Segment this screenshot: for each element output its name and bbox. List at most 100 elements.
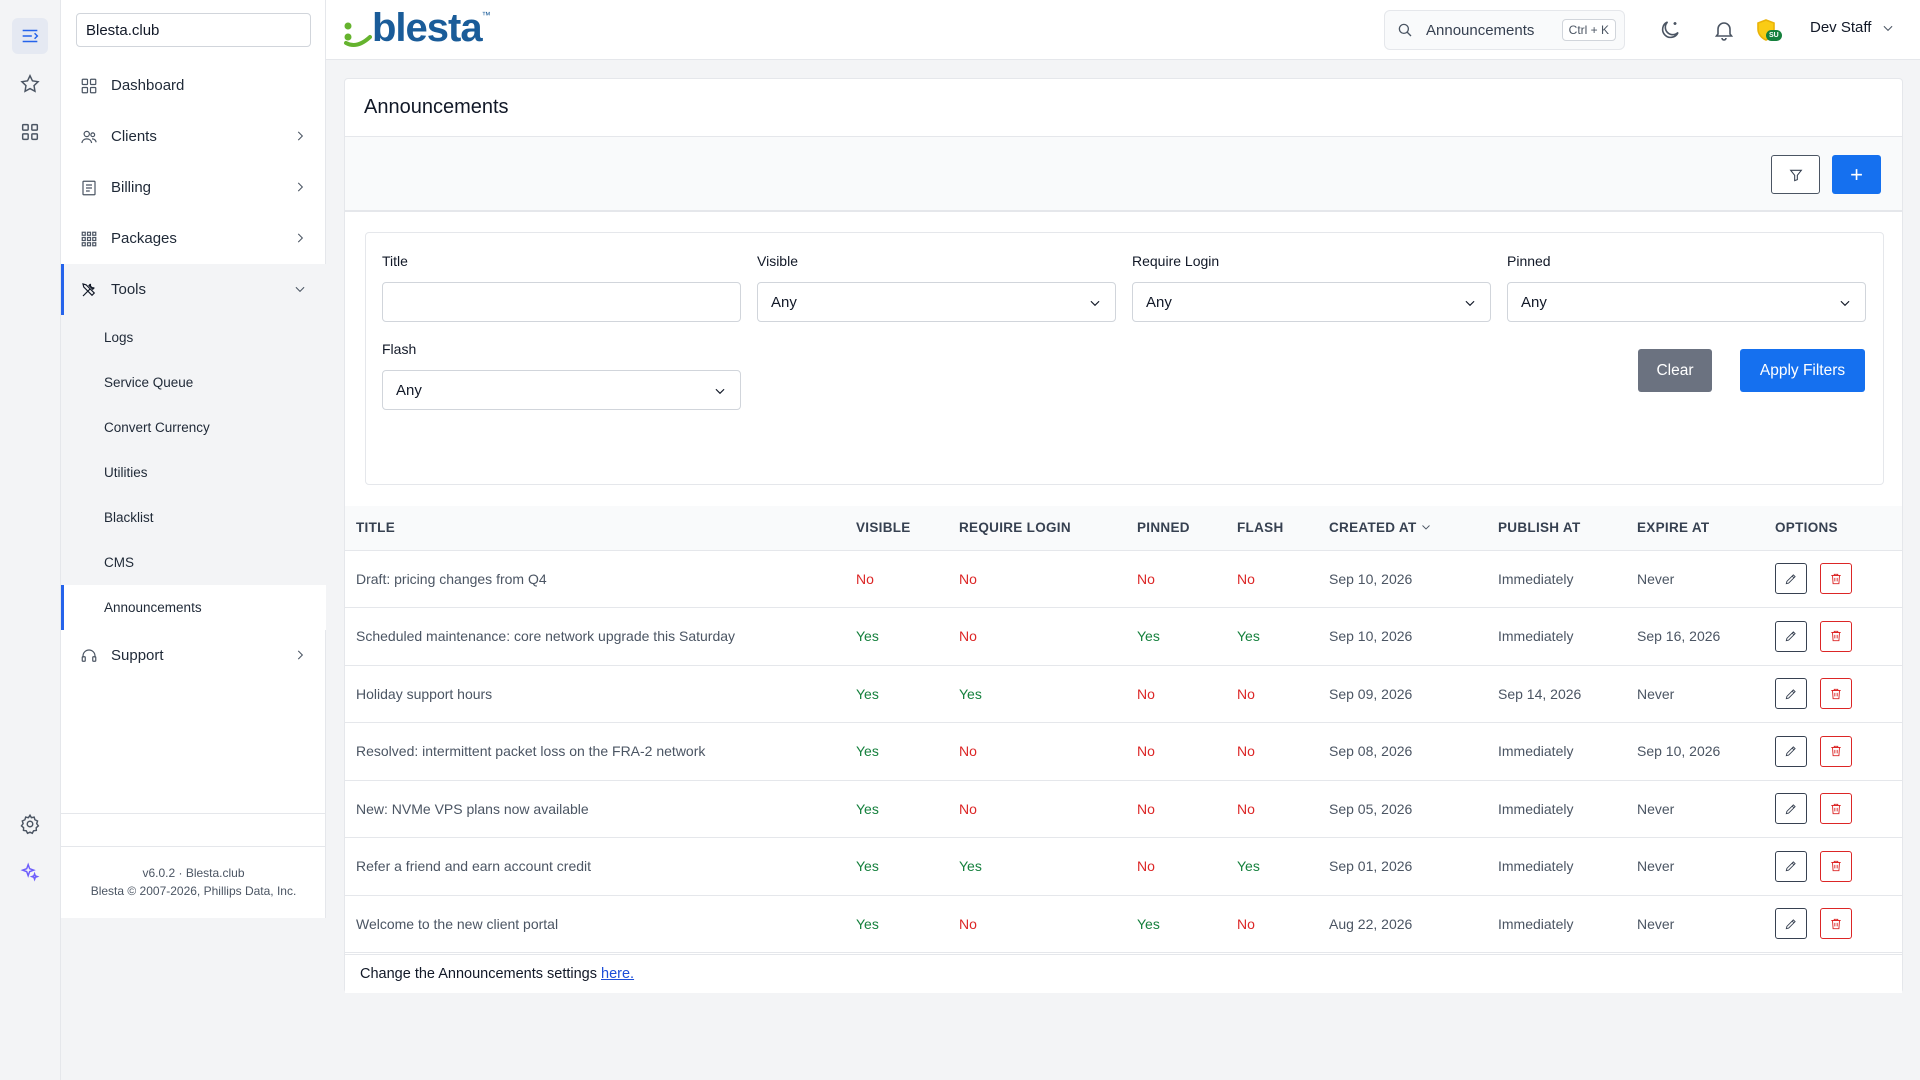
column-publish-at[interactable]: PUBLISH AT	[1498, 506, 1637, 551]
cell-pinned: No	[1137, 800, 1155, 817]
cell-expire-at: Never	[1637, 800, 1675, 817]
notification-bell-icon[interactable]	[1712, 18, 1736, 42]
favorites-star-icon[interactable]	[12, 66, 48, 102]
sidebar-item-tools[interactable]: Tools	[61, 264, 326, 315]
filter-flash-select[interactable]: Any	[382, 370, 741, 410]
sidebar-subitem-announcements[interactable]: Announcements	[61, 585, 326, 630]
edit-button[interactable]	[1775, 850, 1807, 882]
sidebar-item-clients[interactable]: Clients	[61, 111, 326, 162]
apps-grid-icon[interactable]	[12, 114, 48, 150]
column-pinned[interactable]: PINNED	[1137, 506, 1237, 551]
column-flash[interactable]: FLASH	[1237, 506, 1329, 551]
cell-flash: No	[1237, 570, 1255, 587]
cell-visible: Yes	[856, 628, 879, 645]
sidebar-item-label: Dashboard	[111, 77, 185, 94]
edit-button[interactable]	[1775, 735, 1807, 767]
edit-button[interactable]	[1775, 908, 1807, 940]
sidebar-item-label: Clients	[111, 128, 157, 145]
ai-sparkle-icon[interactable]	[12, 854, 48, 890]
cell-visible: Yes	[856, 858, 879, 875]
filter-title-input[interactable]	[382, 282, 741, 322]
staff-shield-icon[interactable]: SU	[1754, 18, 1782, 42]
users-icon	[81, 130, 97, 143]
select-value: Any	[1146, 293, 1172, 311]
pencil-icon	[1785, 574, 1796, 585]
filter-login-select[interactable]: Any	[1132, 282, 1491, 322]
column-created-at[interactable]: CREATED AT	[1329, 506, 1498, 551]
cell-require-login: No	[959, 570, 977, 587]
sidebar-subitem-cms[interactable]: CMS	[61, 540, 326, 585]
filter-pinned-select[interactable]: Any	[1507, 282, 1866, 322]
column-expire-at[interactable]: EXPIRE AT	[1637, 506, 1775, 551]
chevron-right-icon	[297, 131, 304, 141]
row-actions	[1775, 678, 1902, 710]
announcements-table: TITLE VISIBLE REQUIRE LOGIN PINNED FLASH…	[345, 506, 1902, 953]
edit-button[interactable]	[1775, 620, 1807, 652]
delete-button[interactable]	[1820, 620, 1852, 652]
version-text: v6.0.2 · Blesta.club	[142, 866, 245, 880]
delete-button[interactable]	[1820, 850, 1852, 882]
cell-pinned: No	[1137, 743, 1155, 760]
settings-gear-icon[interactable]	[12, 806, 48, 842]
row-actions	[1775, 620, 1902, 652]
clear-filters-button[interactable]: Clear	[1638, 349, 1712, 392]
site-selector[interactable]: Blesta.club	[76, 13, 311, 47]
delete-button[interactable]	[1820, 735, 1852, 767]
user-menu[interactable]: Dev Staff	[1810, 19, 1895, 36]
select-value: Any	[1521, 293, 1547, 311]
sidebar-nav: Dashboard Clients Billing Packages Tools…	[61, 60, 326, 681]
sidebar-subitem-convert-currency[interactable]: Convert Currency	[61, 405, 326, 450]
column-visible[interactable]: VISIBLE	[856, 506, 959, 551]
cell-options	[1775, 665, 1902, 723]
global-search[interactable]: Announcements Ctrl + K	[1384, 10, 1625, 50]
delete-button[interactable]	[1820, 678, 1852, 710]
table-row: Welcome to the new client portal Yes No Yes…	[345, 895, 1902, 953]
delete-button[interactable]	[1820, 793, 1852, 825]
sidebar-item-dashboard[interactable]: Dashboard	[61, 60, 326, 111]
card-toolbar	[345, 137, 1902, 212]
delete-button[interactable]	[1820, 908, 1852, 940]
headset-icon	[81, 648, 97, 662]
sidebar-item-packages[interactable]: Packages	[61, 213, 326, 264]
sidebar-item-billing[interactable]: Billing	[61, 162, 326, 213]
cell-created-at: Sep 08, 2026	[1329, 743, 1413, 760]
delete-button[interactable]	[1820, 563, 1852, 595]
blesta-logo[interactable]: blesta ™	[342, 8, 491, 48]
row-actions	[1775, 563, 1902, 595]
sidebar-subitem-utilities[interactable]: Utilities	[61, 450, 326, 495]
filter-visible-select[interactable]: Any	[757, 282, 1116, 322]
filter-pinned-label: Pinned	[1507, 253, 1551, 269]
sidebar-divider	[61, 813, 326, 814]
pencil-icon	[1785, 746, 1796, 757]
sidebar-subitem-logs[interactable]: Logs	[61, 315, 326, 360]
chevron-down-icon	[1465, 300, 1475, 307]
cell-visible: Yes	[856, 800, 879, 817]
chevron-down-icon	[1840, 300, 1850, 307]
sidebar-subitem-blacklist[interactable]: Blacklist	[61, 495, 326, 540]
cell-expire-at: Never	[1637, 570, 1675, 587]
sidebar-item-support[interactable]: Support	[61, 630, 326, 681]
edit-button[interactable]	[1775, 563, 1807, 595]
pencil-icon	[1785, 804, 1796, 815]
column-require-login[interactable]: REQUIRE LOGIN	[959, 506, 1137, 551]
cell-expire-at: Never	[1637, 915, 1675, 932]
cell-require-login: Yes	[959, 858, 982, 875]
toggle-filters-button[interactable]	[1771, 155, 1820, 194]
edit-button[interactable]	[1775, 678, 1807, 710]
menu-toggle-icon[interactable]	[12, 18, 48, 54]
tools-icon	[82, 282, 96, 296]
column-title[interactable]: TITLE	[345, 506, 856, 551]
cell-flash: Yes	[1237, 628, 1260, 645]
chevron-right-icon	[297, 650, 304, 660]
add-announcement-button[interactable]: +	[1832, 155, 1881, 194]
sidebar-item-label: Tools	[111, 281, 147, 298]
edit-button[interactable]	[1775, 793, 1807, 825]
sidebar-subitem-service-queue[interactable]: Service Queue	[61, 360, 326, 405]
table-row: Resolved: intermittent packet loss on th…	[345, 723, 1902, 780]
apply-filters-button[interactable]: Apply Filters	[1740, 349, 1865, 392]
chevron-down-icon	[1090, 300, 1100, 307]
settings-link[interactable]: here.	[601, 966, 634, 982]
column-label: CREATED AT	[1329, 520, 1417, 536]
dark-mode-icon[interactable]	[1658, 18, 1682, 42]
table-row: Draft: pricing changes from Q4 No No No No Se…	[345, 550, 1902, 608]
